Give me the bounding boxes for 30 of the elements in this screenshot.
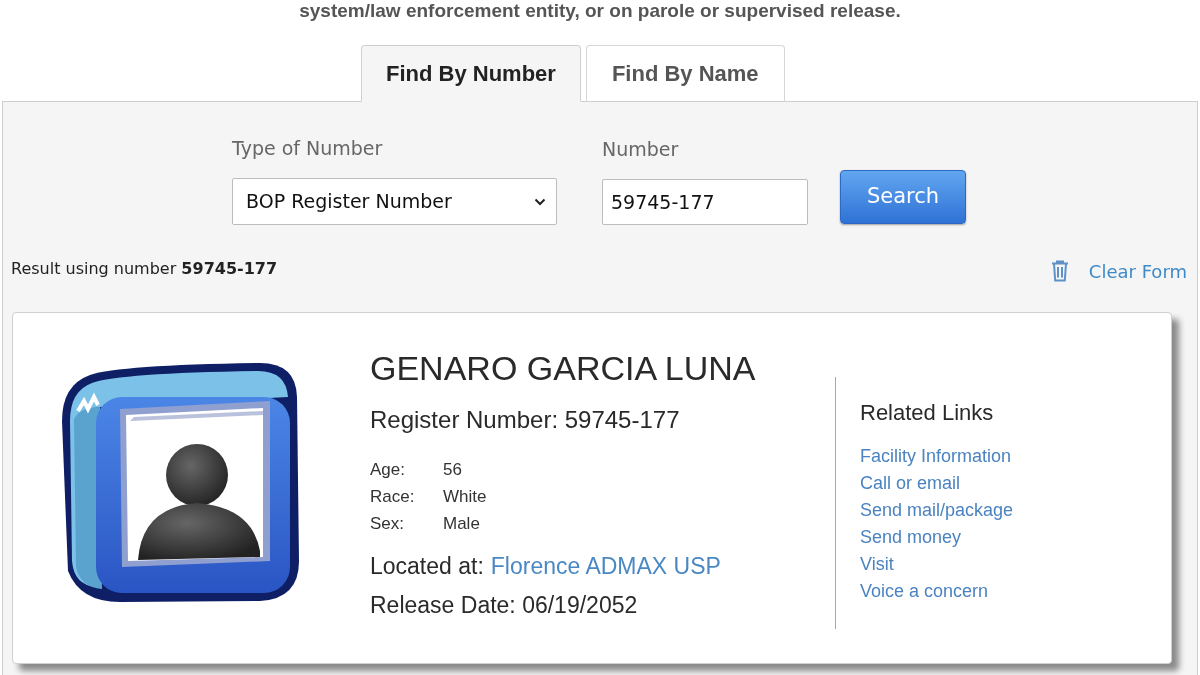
detail-label: Race: [370,486,416,508]
inmate-name: GENARO GARCIA LUNA [370,348,756,388]
result-summary: Result using number 59745-177 [11,258,278,280]
detail-value: Male [443,513,481,535]
trash-icon[interactable] [1050,260,1069,282]
related-links-heading: Related Links [860,399,994,427]
intro-text: system/law enforcement entity, or on parole or supervised release. [299,0,901,22]
tab[interactable]: Find By Number [361,45,581,102]
tab[interactable]: Find By Name [585,45,785,101]
related-link[interactable]: Visit [860,551,894,578]
clear-form-link[interactable]: Clear Form [1088,257,1187,285]
search-button[interactable]: Search [840,170,966,224]
detail-label: Sex: [370,513,406,535]
field-label: Type of Number [232,136,383,160]
detail-value: 56 [443,459,463,481]
number-input[interactable]: 59745-177 [602,179,808,225]
related-link[interactable]: Send mail/package [860,497,1014,524]
detail-value: White [443,486,487,508]
number-type-dropdown[interactable]: BOP Register Number [232,178,557,225]
field-label: Number [602,137,679,161]
location-label: Located at: [370,552,484,581]
facility-link[interactable]: Florence ADMAX USP [490,551,721,581]
related-link[interactable]: Call or email [860,470,961,497]
related-link[interactable]: Send money [860,524,962,551]
related-link[interactable]: Facility Information [860,443,1012,470]
related-link[interactable]: Voice a concern [860,578,989,605]
release-date: Release Date: 06/19/2052 [370,591,638,620]
detail-label: Age: [370,459,406,481]
chevron-down-icon [534,197,546,206]
register-number: Register Number: 59745-177 [370,405,680,435]
